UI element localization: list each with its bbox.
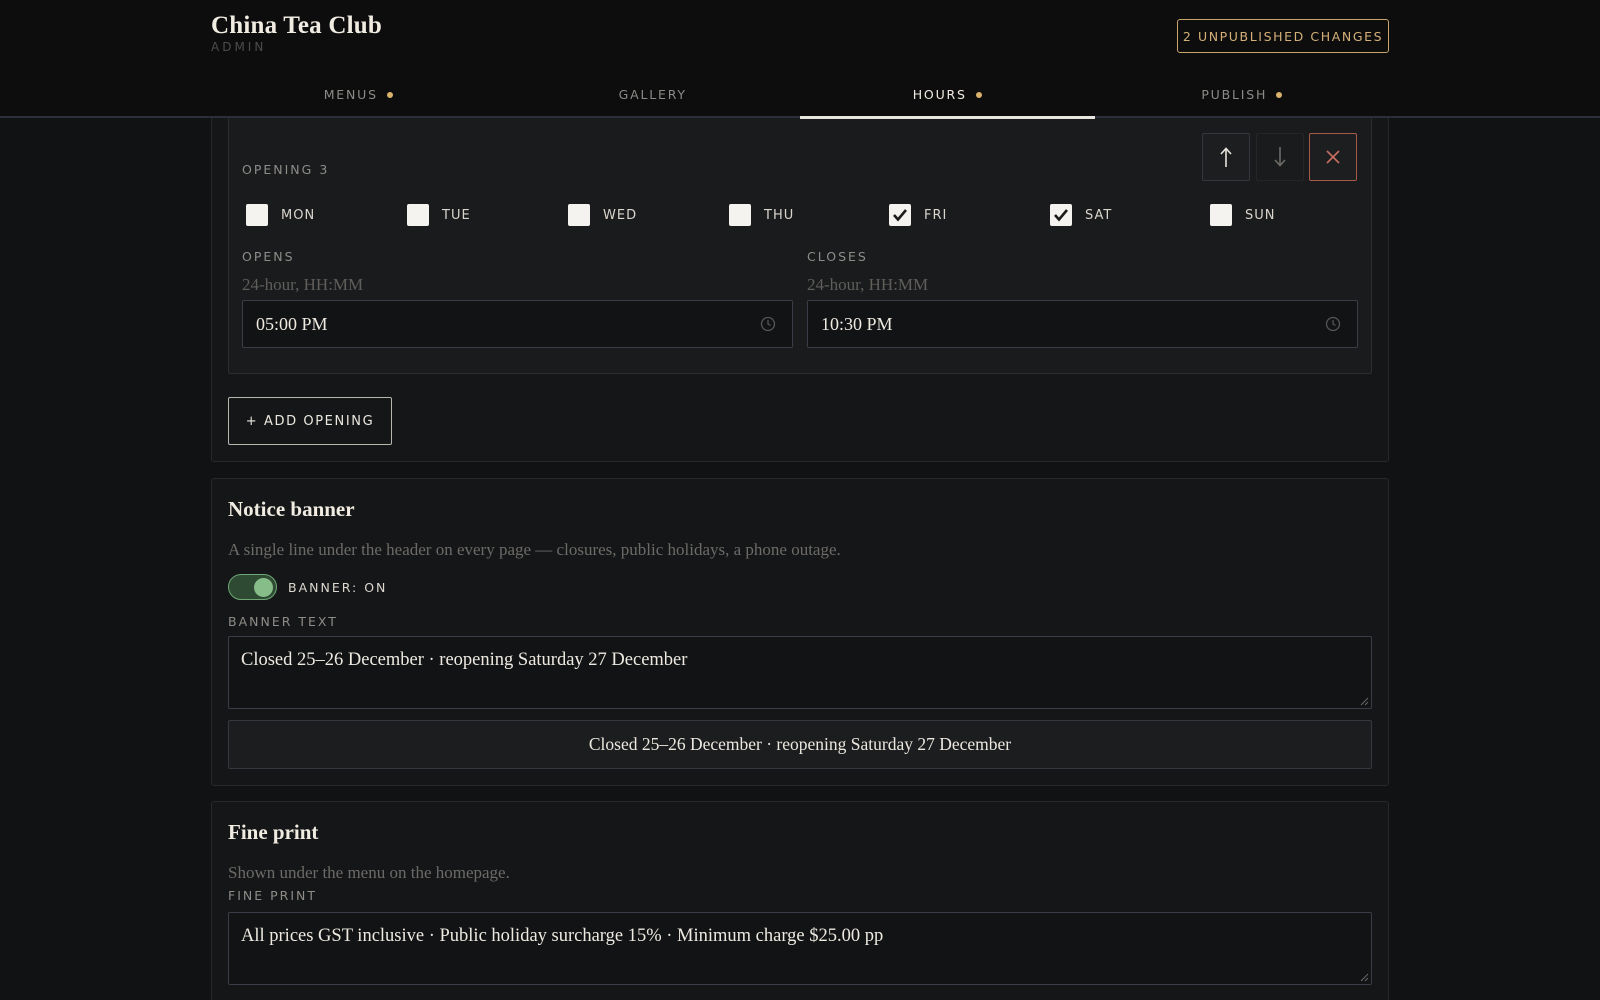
notice-banner-title: Notice banner	[228, 497, 355, 521]
checkmark-icon	[893, 209, 907, 222]
checkbox[interactable]	[1210, 204, 1232, 226]
day-label: MON	[281, 207, 316, 223]
day-checkbox-tue[interactable]: TUE	[407, 204, 471, 226]
opens-label: OPENS	[242, 249, 295, 264]
add-opening-button[interactable]: + ADD OPENING	[228, 397, 392, 445]
day-label: FRI	[924, 207, 948, 223]
opens-value: 05:00 PM	[256, 313, 328, 334]
checkmark-icon	[1054, 209, 1068, 222]
day-checkbox-sat[interactable]: SAT	[1050, 204, 1112, 226]
banner-toggle-label: BANNER: ON	[288, 580, 388, 595]
fine-print-value: All prices GST inclusive · Public holida…	[241, 926, 884, 946]
unsaved-dot-icon	[1276, 91, 1283, 98]
day-label: WED	[603, 207, 638, 223]
resize-grip-icon[interactable]	[1359, 972, 1369, 982]
day-checkbox-fri[interactable]: FRI	[889, 204, 947, 226]
tab-gallery[interactable]: GALLERY	[506, 72, 801, 117]
notice-banner-description: A single line under the header on every …	[228, 540, 841, 559]
app-header: China Tea Club ADMIN 2 UNPUBLISHED CHANG…	[0, 0, 1600, 119]
arrow-up-icon	[1220, 147, 1232, 167]
opens-hint: 24-hour, HH:MM	[242, 275, 364, 294]
tab-bar: MENUS GALLERY HOURS PUBLISH	[211, 72, 1390, 119]
site-subtitle: ADMIN	[211, 40, 267, 54]
checkbox[interactable]	[1050, 204, 1072, 226]
tab-menus[interactable]: MENUS	[211, 72, 506, 117]
brand[interactable]: China Tea Club ADMIN	[211, 12, 382, 54]
remove-opening-button[interactable]	[1309, 133, 1357, 181]
checkbox[interactable]	[568, 204, 590, 226]
closes-time-input[interactable]: 10:30 PM	[807, 300, 1358, 348]
site-title: China Tea Club	[211, 12, 382, 39]
arrow-down-icon	[1274, 147, 1286, 167]
day-checkbox-sun[interactable]: SUN	[1210, 204, 1276, 226]
fine-print-input[interactable]: All prices GST inclusive · Public holida…	[228, 912, 1372, 985]
fine-print-label: FINE PRINT	[228, 888, 317, 903]
unsaved-dot-icon	[386, 91, 393, 98]
checkbox[interactable]	[246, 204, 268, 226]
tab-label: GALLERY	[618, 87, 687, 102]
unsaved-dot-icon	[975, 91, 982, 98]
unpublished-changes-button[interactable]: 2 UNPUBLISHED CHANGES	[1177, 19, 1389, 53]
banner-text-label: BANNER TEXT	[228, 614, 338, 629]
day-checkbox-mon[interactable]: MON	[246, 204, 315, 226]
checkbox[interactable]	[729, 204, 751, 226]
day-label: SUN	[1245, 207, 1276, 223]
tab-publish[interactable]: PUBLISH	[1095, 72, 1390, 117]
day-label: TUE	[442, 207, 471, 223]
fine-print-description: Shown under the menu on the homepage.	[228, 863, 510, 882]
closes-hint: 24-hour, HH:MM	[807, 275, 929, 294]
tab-label: PUBLISH	[1201, 87, 1268, 102]
closes-label: CLOSES	[807, 249, 868, 264]
checkbox[interactable]	[407, 204, 429, 226]
opening-label: OPENING 3	[242, 162, 330, 177]
banner-text-input[interactable]: Closed 25–26 December · reopening Saturd…	[228, 636, 1372, 709]
day-checkbox-wed[interactable]: WED	[568, 204, 637, 226]
day-label: THU	[764, 207, 795, 223]
day-checkbox-thu[interactable]: THU	[729, 204, 794, 226]
close-icon	[1326, 150, 1340, 164]
banner-text-value: Closed 25–26 December · reopening Saturd…	[241, 650, 688, 670]
banner-preview: Closed 25–26 December · reopening Saturd…	[228, 720, 1372, 769]
fine-print-title: Fine print	[228, 820, 319, 844]
tab-label: HOURS	[912, 87, 967, 102]
move-down-button[interactable]	[1256, 133, 1304, 181]
resize-grip-icon[interactable]	[1359, 696, 1369, 706]
toggle-knob	[254, 577, 273, 597]
day-label: SAT	[1085, 207, 1113, 223]
move-up-button[interactable]	[1202, 133, 1250, 181]
checkbox[interactable]	[889, 204, 911, 226]
clock-icon[interactable]	[1325, 316, 1341, 332]
tab-label: MENUS	[323, 87, 378, 102]
clock-icon[interactable]	[760, 316, 776, 332]
banner-toggle[interactable]	[228, 574, 277, 600]
opens-time-input[interactable]: 05:00 PM	[242, 300, 793, 348]
closes-value: 10:30 PM	[821, 313, 893, 334]
tab-hours[interactable]: HOURS	[800, 72, 1095, 119]
